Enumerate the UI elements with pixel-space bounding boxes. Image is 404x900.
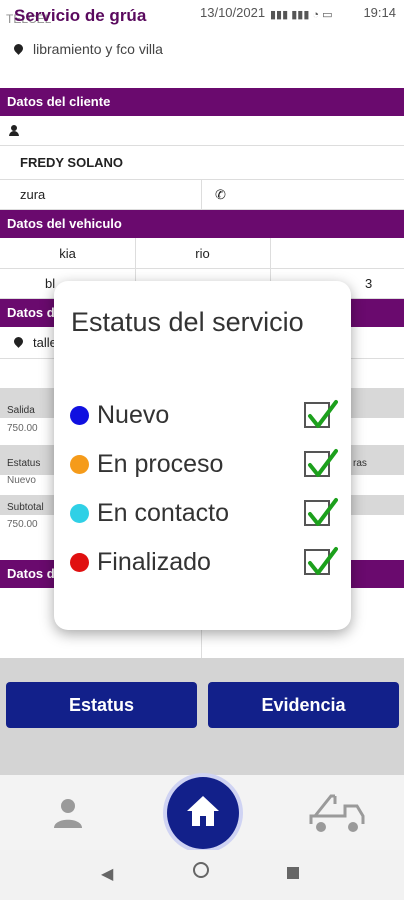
option-en-proceso[interactable]: En proceso	[70, 449, 340, 479]
option-label: En proceso	[97, 449, 224, 478]
option-en-contacto[interactable]: En contacto	[70, 498, 340, 528]
option-nuevo[interactable]: Nuevo	[70, 400, 340, 430]
option-label: Nuevo	[97, 400, 170, 429]
dialog-title: Estatus del servicio	[71, 307, 304, 337]
status-dot-icon	[70, 405, 89, 425]
status-dot-icon	[70, 503, 89, 523]
status-dot-icon	[70, 552, 89, 572]
status-dialog: Estatus del servicio Nuevo En proceso En…	[54, 281, 351, 630]
checkbox[interactable]	[304, 547, 338, 575]
option-finalizado[interactable]: Finalizado	[70, 547, 340, 577]
status-dot-icon	[70, 454, 89, 474]
checkbox[interactable]	[304, 400, 338, 428]
checkbox[interactable]	[304, 498, 338, 526]
option-label: En contacto	[97, 498, 230, 527]
checkbox[interactable]	[304, 449, 338, 477]
option-label: Finalizado	[97, 547, 211, 576]
